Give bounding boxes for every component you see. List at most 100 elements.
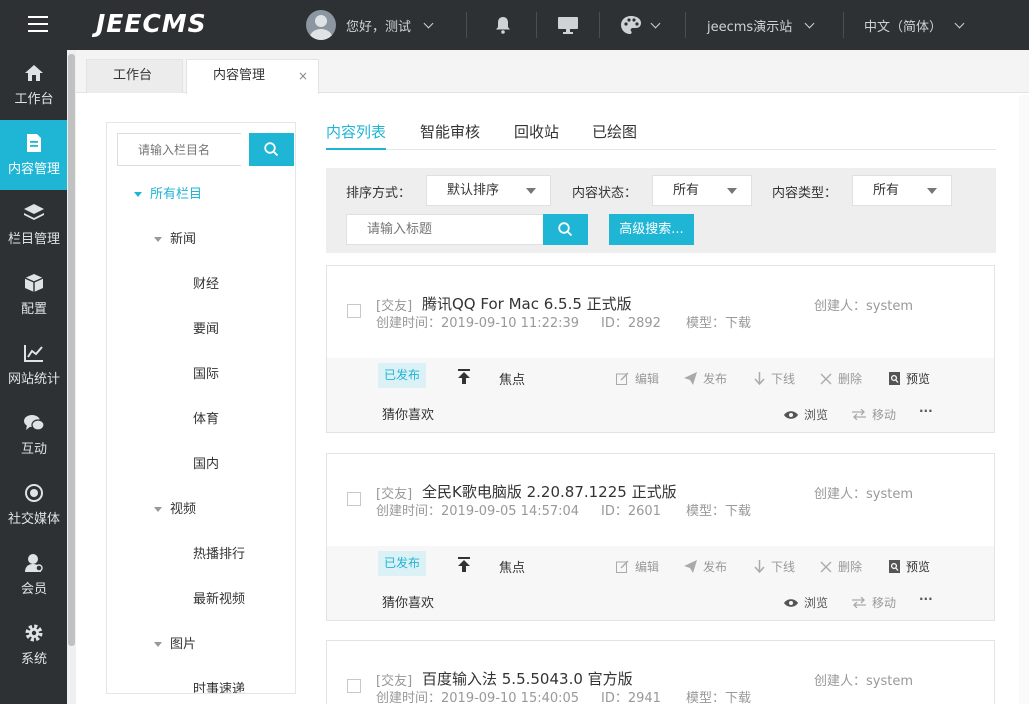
- sidebar-item-workbench[interactable]: 工作台: [0, 50, 68, 120]
- guess-you-like[interactable]: 猜你喜欢: [382, 592, 434, 611]
- tree-node-root[interactable]: 所有栏目: [134, 183, 202, 202]
- sidebar-item-config[interactable]: 配置: [0, 260, 68, 330]
- status-select[interactable]: 所有: [652, 175, 752, 206]
- select-checkbox[interactable]: [347, 679, 361, 693]
- tree-node-sports[interactable]: 体育: [193, 408, 219, 427]
- edit-button[interactable]: 编辑: [616, 370, 659, 387]
- tab-content-management[interactable]: 内容管理 ×: [186, 59, 319, 94]
- tree-node-headlines[interactable]: 要闻: [193, 318, 219, 337]
- site-switcher[interactable]: jeecms演示站: [707, 0, 813, 50]
- created-time: 创建时间：2019-09-05 14:57:04: [376, 500, 579, 519]
- user-menu[interactable]: 您好，测试: [306, 0, 432, 50]
- content-card: [交友] 全民K歌电脑版 2.20.87.1225 正式版 创建人：system…: [326, 453, 995, 621]
- select-checkbox[interactable]: [347, 492, 361, 506]
- tree-node-news[interactable]: 新闻: [154, 228, 196, 247]
- subtab-content-list[interactable]: 内容列表: [326, 121, 386, 150]
- subtab-drawn[interactable]: 已绘图: [592, 121, 637, 150]
- content-title[interactable]: 百度输入法 5.5.5043.0 官方版: [422, 668, 633, 689]
- close-icon: [820, 373, 832, 385]
- notification-button[interactable]: [495, 0, 511, 50]
- subtab-smart-review[interactable]: 智能审核: [420, 121, 480, 150]
- browse-button[interactable]: 浏览: [784, 594, 828, 611]
- tree-node-news-flash[interactable]: 时事速递: [193, 678, 245, 694]
- sidebar-item-social[interactable]: 社交媒体: [0, 470, 68, 540]
- tree-node-finance[interactable]: 财经: [193, 273, 219, 292]
- status-label: 内容状态：: [572, 182, 637, 201]
- menu-toggle-icon[interactable]: [28, 16, 48, 34]
- guess-you-like[interactable]: 猜你喜欢: [382, 404, 434, 423]
- eye-icon: [784, 410, 798, 420]
- tree-node-international[interactable]: 国际: [193, 363, 219, 382]
- card-actions: 已发布 焦点 编辑 发布 下线 删除 预览 猜你喜欢 浏览 移动 ···: [327, 358, 995, 433]
- more-button[interactable]: ···: [919, 404, 933, 418]
- move-button[interactable]: 移动: [852, 406, 896, 423]
- content-title[interactable]: 全民K歌电脑版 2.20.87.1225 正式版: [422, 481, 677, 502]
- theme-button[interactable]: [620, 0, 659, 50]
- delete-button[interactable]: 删除: [820, 558, 862, 575]
- chat-icon: [23, 413, 45, 433]
- publish-button[interactable]: 发布: [684, 558, 727, 575]
- edit-icon: [616, 560, 629, 573]
- sidebar-item-interaction[interactable]: 互动: [0, 400, 68, 470]
- content-title[interactable]: 腾讯QQ For Mac 6.5.5 正式版: [422, 293, 632, 314]
- sidebar-item-system[interactable]: 系统: [0, 610, 68, 680]
- tree-node-video[interactable]: 视频: [154, 498, 196, 517]
- content-model: 模型：下载: [686, 500, 751, 519]
- sidebar-item-columns[interactable]: 栏目管理: [0, 190, 68, 260]
- focus-button[interactable]: 焦点: [499, 369, 525, 388]
- select-checkbox[interactable]: [347, 304, 361, 318]
- offline-button[interactable]: 下线: [754, 370, 795, 387]
- status-badge: 已发布: [378, 551, 426, 576]
- content-id: ID：2601: [601, 500, 661, 519]
- type-select[interactable]: 所有: [852, 175, 952, 206]
- tree-node-latest-video[interactable]: 最新视频: [193, 588, 245, 607]
- preview-button[interactable]: 预览: [889, 370, 930, 387]
- title-search-button[interactable]: [543, 214, 588, 245]
- offline-button[interactable]: 下线: [754, 558, 795, 575]
- publish-button[interactable]: 发布: [684, 370, 727, 387]
- tree-node-pictures[interactable]: 图片: [154, 633, 196, 652]
- sidebar-item-content[interactable]: 内容管理: [0, 120, 68, 190]
- monitor-button[interactable]: [557, 0, 579, 50]
- sidebar-scrollbar[interactable]: [67, 50, 76, 704]
- sort-select[interactable]: 默认排序: [426, 175, 551, 206]
- browse-button[interactable]: 浏览: [784, 406, 828, 423]
- close-icon[interactable]: ×: [298, 60, 308, 92]
- more-button[interactable]: ···: [919, 592, 933, 606]
- send-icon: [684, 560, 697, 573]
- type-label: 内容类型：: [772, 182, 837, 201]
- preview-button[interactable]: 预览: [889, 558, 930, 575]
- dropdown-arrow-icon: [526, 188, 536, 194]
- column-search-button[interactable]: [249, 133, 294, 166]
- chart-icon: [23, 343, 45, 363]
- pin-top-button[interactable]: [457, 557, 477, 572]
- send-icon: [684, 372, 697, 385]
- preview-icon: [889, 560, 900, 573]
- language-switcher[interactable]: 中文（简体）: [864, 0, 963, 50]
- column-search-input[interactable]: [117, 133, 241, 166]
- edit-button[interactable]: 编辑: [616, 558, 659, 575]
- tree-node-domestic[interactable]: 国内: [193, 453, 219, 472]
- preview-icon: [889, 372, 900, 385]
- tree-node-hot-ranking[interactable]: 热播排行: [193, 543, 245, 562]
- sidebar-item-stats[interactable]: 网站统计: [0, 330, 68, 400]
- tab-workbench[interactable]: 工作台: [86, 59, 183, 93]
- eye-icon: [784, 598, 798, 608]
- move-button[interactable]: 移动: [852, 594, 896, 611]
- site-name: jeecms演示站: [707, 16, 792, 35]
- chevron-down-icon: [955, 18, 965, 28]
- sidebar-item-members[interactable]: 会员: [0, 540, 68, 610]
- creator-text: 创建人：system: [814, 295, 913, 314]
- focus-button[interactable]: 焦点: [499, 557, 525, 576]
- logo: JEECMS: [96, 9, 207, 38]
- greeting-text: 您好，测试: [346, 16, 411, 35]
- title-search-input[interactable]: [346, 214, 544, 245]
- delete-button[interactable]: 删除: [820, 370, 862, 387]
- pin-top-button[interactable]: [457, 369, 477, 384]
- advanced-search-button[interactable]: 高级搜索...: [609, 214, 694, 245]
- close-icon: [820, 561, 832, 573]
- creator-text: 创建人：system: [814, 483, 913, 502]
- target-icon: [24, 483, 44, 503]
- subtab-recycle-bin[interactable]: 回收站: [514, 121, 559, 150]
- content-card: [交友] 腾讯QQ For Mac 6.5.5 正式版 创建人：system 创…: [326, 265, 995, 433]
